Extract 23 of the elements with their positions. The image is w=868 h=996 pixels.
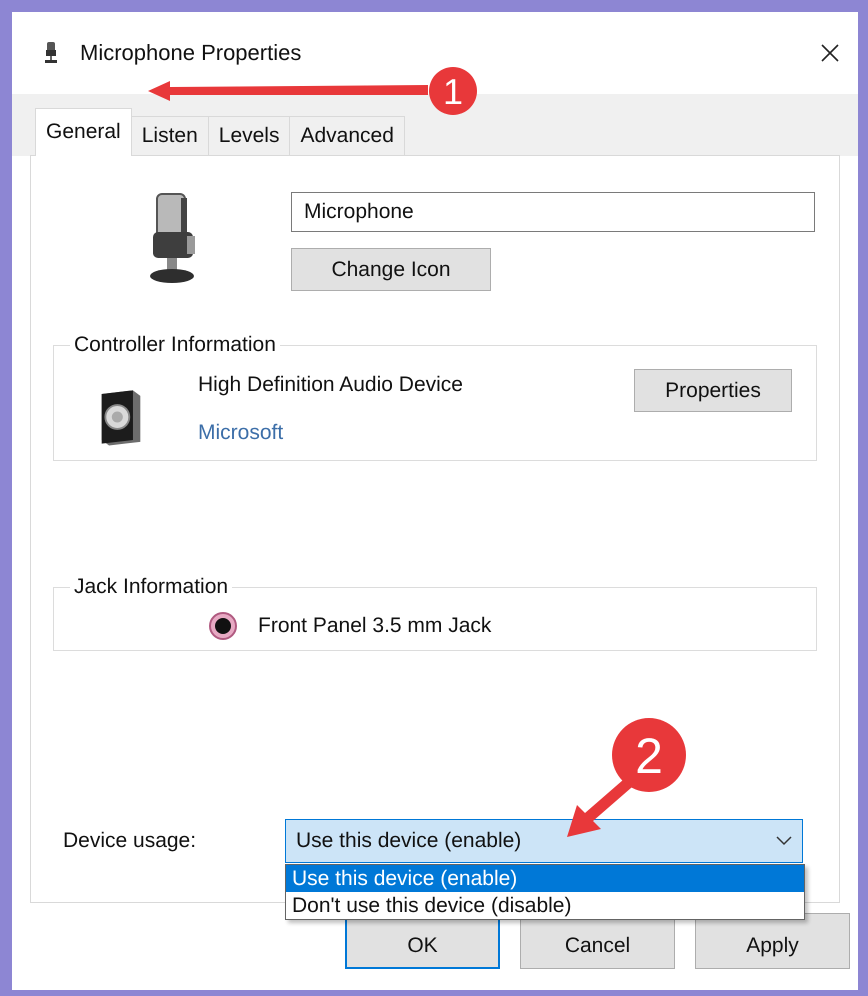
dropdown-value: Use this device (enable)	[296, 829, 522, 853]
change-icon-button[interactable]: Change Icon	[291, 248, 491, 291]
close-icon[interactable]	[820, 43, 840, 63]
device-usage-dropdown[interactable]: Use this device (enable)	[285, 819, 803, 863]
dropdown-option[interactable]: Use this device (enable)	[286, 865, 804, 892]
name-field[interactable]: Microphone	[291, 192, 815, 232]
field-label: Device usage:	[63, 829, 198, 853]
tab[interactable]: General	[35, 108, 132, 156]
properties-button[interactable]: Properties	[634, 369, 792, 412]
group-legend: Controller Information	[70, 333, 280, 357]
vendor-link[interactable]: Microsoft	[198, 421, 284, 445]
group-legend: Jack Information	[70, 575, 232, 599]
annotation-number: 1	[442, 71, 464, 112]
jack-icon	[208, 611, 238, 641]
jack-label: Front Panel 3.5 mm Jack	[258, 614, 492, 638]
microphone-icon	[147, 192, 197, 284]
microphone-icon	[44, 42, 58, 64]
annotation-number: 2	[635, 728, 663, 784]
chevron-icon	[776, 836, 792, 846]
dialog-button[interactable]: Apply	[695, 913, 850, 969]
tab[interactable]: Advanced	[289, 116, 405, 156]
window-title: Microphone Properties	[80, 40, 302, 66]
device-name: High Definition Audio Device	[198, 373, 464, 397]
